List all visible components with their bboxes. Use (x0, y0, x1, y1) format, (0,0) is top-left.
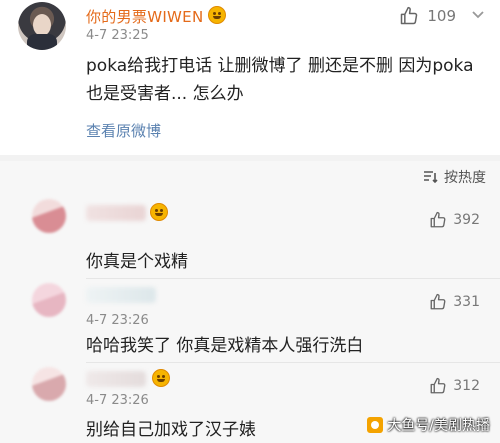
comment-avatar[interactable] (32, 367, 66, 401)
comment-item: 4-7 23:26 哈哈我笑了 你真是戏精本人强行洗白 331 (0, 279, 500, 363)
emoji-badge-icon (152, 369, 170, 387)
thumbs-up-icon[interactable] (399, 6, 419, 26)
watermark-logo-icon (367, 417, 384, 433)
comment-username-blurred[interactable] (86, 371, 146, 387)
comment-like-button[interactable]: 331 (429, 293, 480, 311)
sort-by-hot-button[interactable]: 按热度 (422, 167, 486, 187)
comment-like-button[interactable]: 312 (429, 377, 480, 395)
comment-item: 你真是个戏精 392 (0, 197, 500, 279)
post-username[interactable]: 你的男票WIWEN (86, 6, 226, 27)
comments-section: 按热度 你真是个戏精 392 4-7 23:26 哈哈我笑了 你真是戏精本人强行… (0, 161, 500, 443)
comment-timestamp: 4-7 23:26 (86, 313, 149, 328)
chevron-down-icon[interactable] (470, 6, 486, 22)
avatar[interactable] (18, 2, 66, 50)
view-original-link[interactable]: 查看原微博 (86, 120, 161, 141)
comment-text: 哈哈我笑了 你真是戏精本人强行洗白 (86, 336, 364, 356)
comment-like-count: 331 (453, 294, 480, 310)
avatar-face (33, 14, 51, 36)
sort-lines-icon (424, 171, 438, 184)
main-post: 你的男票WIWEN 4-7 23:25 109 poka给我打电话 让删微博了 … (0, 0, 500, 155)
comment-username-blurred[interactable] (86, 205, 146, 221)
comment-like-count: 312 (453, 378, 480, 394)
thumbs-up-icon[interactable] (429, 293, 447, 311)
comment-text: 别给自己加戏了汉子婊 (86, 420, 256, 440)
comment-text: 你真是个戏精 (86, 252, 188, 272)
watermark: 大鱼号/美剧热播 (367, 415, 490, 435)
comment-like-count: 392 (453, 212, 480, 228)
thumbs-up-icon[interactable] (429, 211, 447, 229)
emoji-badge-icon (207, 6, 226, 24)
sort-label: 按热度 (444, 170, 486, 186)
post-like-count: 109 (427, 7, 456, 25)
post-timestamp: 4-7 23:25 (86, 28, 149, 43)
post-like-button[interactable]: 109 (399, 6, 456, 26)
emoji-badge-icon (150, 203, 168, 221)
post-body-text: poka给我打电话 让删微博了 删还是不删 因为poka也是受害者... 怎么办 (86, 56, 474, 104)
comment-timestamp: 4-7 23:26 (86, 393, 149, 408)
avatar-body (27, 34, 57, 50)
comment-username-blurred[interactable] (86, 287, 156, 303)
watermark-text: 大鱼号/美剧热播 (387, 418, 490, 434)
comment-avatar[interactable] (32, 283, 66, 317)
comment-like-button[interactable]: 392 (429, 211, 480, 229)
thumbs-up-icon[interactable] (429, 377, 447, 395)
comment-avatar[interactable] (32, 199, 66, 233)
username-text[interactable]: 你的男票WIWEN (86, 8, 204, 26)
